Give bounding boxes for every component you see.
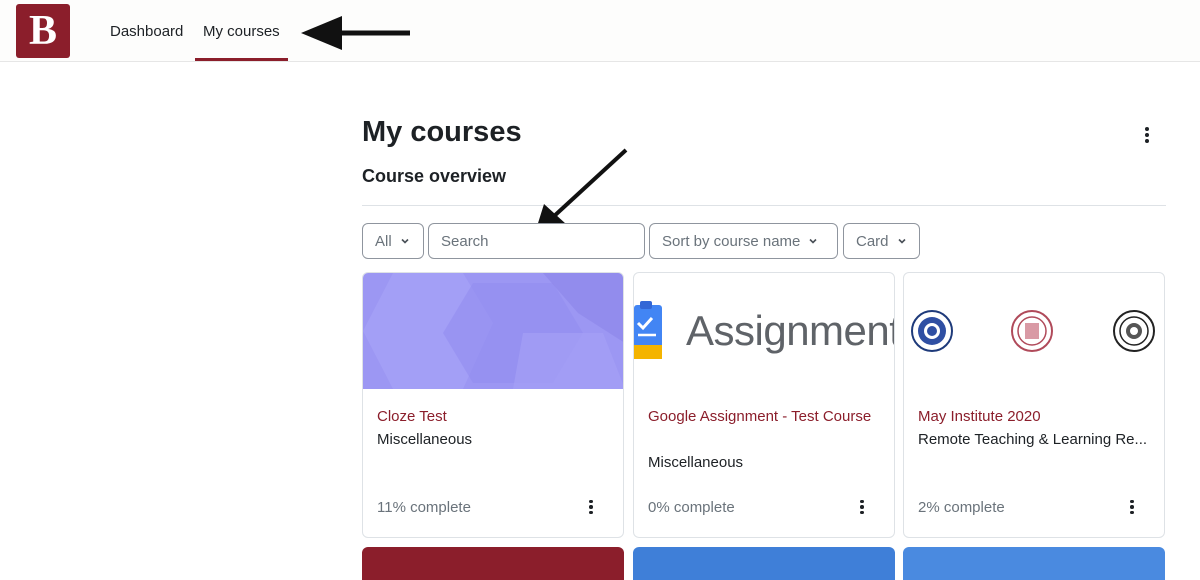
sort-dropdown[interactable]: Sort by course name — [649, 223, 838, 259]
course-progress: 0% complete — [648, 499, 735, 516]
course-card-partial[interactable] — [362, 547, 624, 580]
course-category: Remote Teaching & Learning Re... — [918, 431, 1148, 448]
course-progress: 2% complete — [918, 499, 1005, 516]
page-actions-kebab-icon[interactable] — [1138, 124, 1156, 146]
geometric-pattern — [363, 273, 623, 389]
grouping-dropdown[interactable]: All — [362, 223, 424, 259]
course-name-link[interactable]: May Institute 2020 — [918, 405, 1154, 428]
course-card[interactable]: Assignment Google Assignment - Test Cour… — [633, 272, 895, 538]
blue-seal-icon — [911, 310, 953, 352]
search-input[interactable]: Search — [428, 223, 645, 259]
course-name-link[interactable]: Cloze Test — [377, 405, 613, 428]
grouping-dropdown-label: All — [375, 232, 392, 250]
course-progress: 11% complete — [377, 499, 471, 516]
assignment-logo-text: Assignment — [686, 307, 894, 354]
course-category: Miscellaneous — [648, 454, 744, 471]
top-navbar: B Dashboard My courses — [0, 0, 1200, 62]
university-seals — [911, 310, 1155, 352]
nav-my-courses[interactable]: My courses — [195, 0, 288, 62]
active-nav-indicator — [195, 58, 288, 61]
view-dropdown-label: Card — [856, 232, 889, 250]
chevron-down-icon — [809, 238, 817, 244]
logo-letter: B — [28, 8, 57, 54]
page-title: My courses — [362, 116, 522, 148]
view-dropdown[interactable]: Card — [843, 223, 920, 259]
course-image-assignment[interactable]: Assignment — [634, 273, 894, 389]
red-seal-icon — [1011, 310, 1053, 352]
course-name-link[interactable]: Google Assignment - Test Course — [648, 405, 884, 428]
section-title: Course overview — [362, 166, 507, 186]
annotation-arrow-mycourses — [301, 16, 410, 50]
course-card-partial[interactable] — [903, 547, 1165, 580]
black-seal-icon — [1113, 310, 1155, 352]
sort-dropdown-label: Sort by course name — [662, 232, 801, 250]
chevron-down-icon — [401, 238, 409, 244]
divider — [362, 205, 1166, 206]
course-card[interactable]: May Institute 2020 Remote Teaching & Lea… — [903, 272, 1165, 538]
search-placeholder: Search — [441, 232, 489, 250]
course-actions-kebab-icon[interactable] — [585, 499, 597, 515]
site-logo[interactable]: B — [16, 4, 70, 58]
course-image-university-seals[interactable] — [904, 273, 1164, 389]
course-image-purple-pattern[interactable] — [363, 273, 623, 389]
nav-my-courses-label: My courses — [203, 22, 280, 40]
nav-dashboard[interactable]: Dashboard — [110, 0, 183, 62]
google-assignment-icon — [634, 301, 662, 359]
chevron-down-icon — [897, 238, 906, 244]
course-actions-kebab-icon[interactable] — [1126, 499, 1138, 515]
course-card-partial[interactable] — [633, 547, 895, 580]
nav-dashboard-label: Dashboard — [110, 22, 184, 40]
course-actions-kebab-icon[interactable] — [856, 499, 868, 515]
course-category: Miscellaneous — [377, 431, 473, 448]
course-card[interactable]: Cloze Test Miscellaneous 11% complete — [362, 272, 624, 538]
